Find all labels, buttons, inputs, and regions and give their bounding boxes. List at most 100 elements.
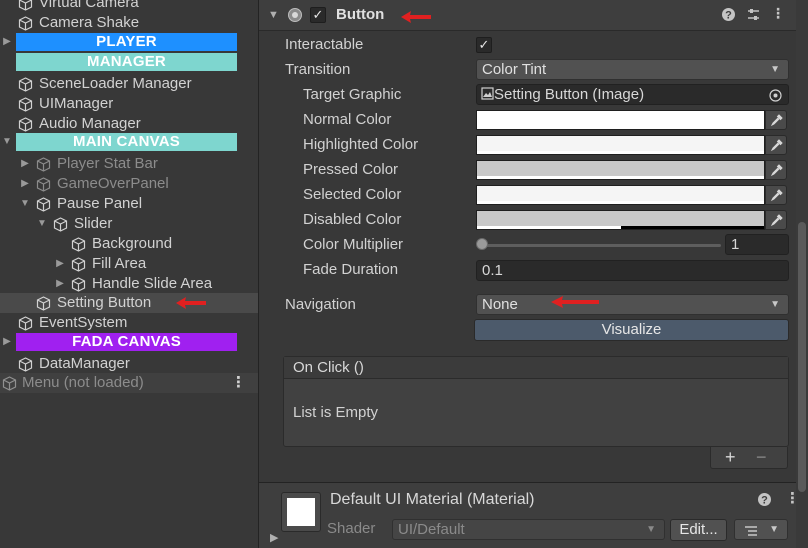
- hierarchy-item-player-stat-bar[interactable]: ▶ Player Stat Bar: [0, 154, 258, 174]
- expand-arrow-icon[interactable]: ▶: [55, 254, 65, 274]
- pressed-color-picker[interactable]: [765, 160, 787, 180]
- highlighted-color-swatch[interactable]: [476, 135, 765, 155]
- folder-label-manager: MANAGER: [16, 53, 237, 71]
- shader-label: Shader: [327, 520, 376, 537]
- hierarchy-item-datamanager[interactable]: DataManager: [0, 354, 258, 374]
- hierarchy-item-camera-shake[interactable]: Camera Shake: [0, 13, 258, 33]
- svg-text:?: ?: [725, 10, 732, 22]
- interactable-checkbox[interactable]: ✓: [476, 37, 492, 53]
- hierarchy-item-label: Background: [92, 235, 173, 252]
- gameobject-icon: [36, 197, 51, 212]
- expand-arrow-icon[interactable]: ▶: [2, 332, 12, 352]
- expand-arrow-icon[interactable]: ▶: [2, 32, 12, 52]
- eyedropper-icon: [770, 163, 784, 181]
- hierarchy-item-uimanager[interactable]: UIManager: [0, 94, 258, 114]
- hierarchy-item-pause-panel[interactable]: ▼ Pause Panel: [0, 194, 258, 214]
- eyedropper-icon: [770, 213, 784, 231]
- gameobject-icon: [53, 217, 68, 232]
- highlighted-color-picker[interactable]: [765, 135, 787, 155]
- material-preview[interactable]: [281, 492, 321, 532]
- color-multiplier-slider-handle[interactable]: [476, 238, 488, 250]
- chevron-down-icon: ▼: [769, 524, 779, 535]
- collapse-arrow-icon[interactable]: ▼: [268, 9, 279, 21]
- selected-color-swatch[interactable]: [476, 185, 765, 205]
- gameobject-icon: [18, 357, 33, 372]
- disabled-color-label: Disabled Color: [303, 211, 402, 228]
- preset-icon[interactable]: [746, 7, 761, 25]
- pressed-color-swatch[interactable]: [476, 160, 765, 180]
- transition-dropdown[interactable]: Color Tint ▼: [476, 59, 789, 80]
- hierarchy-scene-menu[interactable]: Menu (not loaded) ⋮: [0, 373, 258, 393]
- hierarchy-item-eventsystem[interactable]: EventSystem: [0, 313, 258, 333]
- hierarchy-item-virtual-camera[interactable]: Virtual Camera: [0, 0, 258, 13]
- component-enabled-checkbox[interactable]: ✓: [310, 7, 326, 23]
- hierarchy-item-main-canvas[interactable]: ▼ MAIN CANVAS: [0, 132, 258, 152]
- edit-shader-button[interactable]: Edit...: [670, 519, 727, 541]
- hierarchy-item-setting-button[interactable]: Setting Button: [0, 293, 258, 313]
- eyedropper-icon: [770, 138, 784, 156]
- hierarchy-item-fada-canvas[interactable]: ▶ FADA CANVAS: [0, 332, 258, 352]
- hierarchy-item-label: Fill Area: [92, 255, 147, 272]
- remove-event-button[interactable]: −: [756, 447, 767, 467]
- fade-duration-input[interactable]: 0.1: [476, 260, 789, 281]
- gameobject-icon: [36, 296, 51, 311]
- gameobject-icon: [36, 157, 51, 172]
- object-picker-icon[interactable]: [769, 88, 782, 104]
- transition-value: Color Tint: [482, 61, 547, 78]
- chevron-down-icon: ▼: [770, 64, 780, 75]
- hierarchy-item-gameoverpanel[interactable]: ▶ GameOverPanel: [0, 174, 258, 194]
- expand-arrow-icon[interactable]: ▶: [55, 274, 65, 294]
- color-multiplier-slider-track[interactable]: [481, 244, 721, 247]
- hierarchy-item-background[interactable]: Background: [0, 234, 258, 254]
- hierarchy-item-handle-slide-area[interactable]: ▶ Handle Slide Area: [0, 274, 258, 294]
- expand-arrow-icon[interactable]: ▶: [20, 174, 30, 194]
- target-graphic-label: Target Graphic: [303, 86, 402, 103]
- gameobject-icon: [18, 117, 33, 132]
- collapse-arrow-icon[interactable]: ▼: [20, 194, 30, 214]
- folder-label-fada-canvas: FADA CANVAS: [16, 333, 237, 351]
- on-click-event-list: On Click () List is Empty: [283, 356, 789, 447]
- on-click-title: On Click (): [284, 357, 788, 379]
- inspector-scrollbar[interactable]: [796, 0, 808, 548]
- visualize-button[interactable]: Visualize: [474, 319, 789, 341]
- expand-arrow-icon[interactable]: ▶: [20, 154, 30, 174]
- hierarchy-item-manager[interactable]: MANAGER: [0, 52, 258, 72]
- add-event-button[interactable]: +: [725, 447, 736, 467]
- hierarchy-item-slider[interactable]: ▼ Slider: [0, 214, 258, 234]
- shader-dropdown[interactable]: UI/Default ▼: [392, 519, 665, 540]
- scene-menu-icon[interactable]: ⋮: [231, 373, 246, 393]
- target-graphic-field[interactable]: Setting Button (Image): [476, 84, 789, 105]
- component-title: Button: [336, 6, 385, 23]
- navigation-dropdown[interactable]: None ▼: [476, 294, 789, 315]
- gameobject-icon: [18, 316, 33, 331]
- disabled-color-swatch[interactable]: [476, 210, 765, 230]
- scrollbar-thumb[interactable]: [798, 222, 806, 492]
- eyedropper-icon: [770, 188, 784, 206]
- hierarchy-item-label: Setting Button: [57, 294, 152, 311]
- help-icon[interactable]: ?: [721, 7, 736, 25]
- gameobject-icon: [18, 97, 33, 112]
- color-multiplier-input[interactable]: 1: [725, 234, 789, 255]
- component-header[interactable]: ▼ ✓ Button ? ⋮: [259, 0, 808, 31]
- expand-arrow-icon[interactable]: ▶: [270, 531, 278, 544]
- hierarchy-item-label: SceneLoader Manager: [39, 75, 192, 92]
- hierarchy-item-sceneloader-manager[interactable]: SceneLoader Manager: [0, 74, 258, 94]
- hierarchy-item-player[interactable]: ▶ PLAYER: [0, 32, 258, 52]
- disabled-color-picker[interactable]: [765, 210, 787, 230]
- target-graphic-value: Setting Button (Image): [494, 86, 645, 103]
- hierarchy-item-audio-manager[interactable]: Audio Manager: [0, 114, 258, 134]
- gameobject-icon: [18, 77, 33, 92]
- selected-color-picker[interactable]: [765, 185, 787, 205]
- collapse-arrow-icon[interactable]: ▼: [37, 214, 47, 234]
- more-icon[interactable]: ⋮: [771, 5, 785, 22]
- hierarchy-item-label: Player Stat Bar: [57, 155, 158, 172]
- normal-color-picker[interactable]: [765, 110, 787, 130]
- svg-text:?: ?: [761, 495, 768, 507]
- collapse-arrow-icon[interactable]: ▼: [2, 132, 12, 152]
- help-icon[interactable]: ?: [757, 492, 772, 511]
- chevron-down-icon: ▼: [770, 299, 780, 310]
- normal-color-swatch[interactable]: [476, 110, 765, 130]
- fade-duration-label: Fade Duration: [303, 261, 399, 278]
- shader-options-dropdown[interactable]: ▼: [734, 519, 788, 540]
- hierarchy-item-fill-area[interactable]: ▶ Fill Area: [0, 254, 258, 274]
